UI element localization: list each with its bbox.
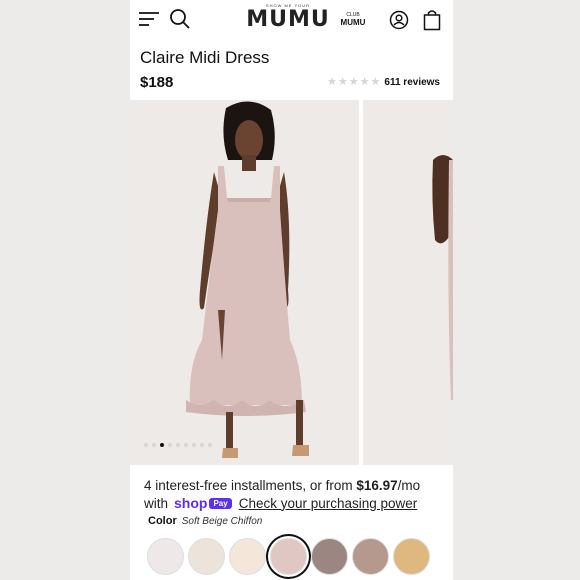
background-left <box>0 0 130 580</box>
with-label: with <box>144 495 169 511</box>
installments-suffix: /mo <box>397 478 421 493</box>
brand-name: MUMU <box>246 7 330 32</box>
color-swatch[interactable] <box>229 538 266 575</box>
account-icon[interactable] <box>387 9 411 31</box>
shop-pay-row: with shop Pay Check your purchasing powe… <box>144 495 417 511</box>
star-half-icon: ★ <box>370 76 381 88</box>
product-page: SHOW ME YOUR MUMU CLUB MUMU Claire Midi … <box>130 0 453 580</box>
star-icon: ★ <box>337 76 348 88</box>
gallery-dot[interactable] <box>192 443 196 447</box>
installments-amount: $16.97 <box>356 478 398 493</box>
installments-prefix: 4 interest-free installments, or from <box>144 478 357 493</box>
brand-logo[interactable]: SHOW ME YOUR MUMU <box>246 3 330 31</box>
color-value: Soft Beige Chiffon <box>181 516 263 527</box>
reviews-count[interactable]: 611 reviews <box>384 77 440 88</box>
gallery-dot[interactable] <box>160 443 164 447</box>
gallery-dot[interactable] <box>184 443 188 447</box>
color-swatches <box>147 538 430 575</box>
color-swatch[interactable] <box>393 538 430 575</box>
gallery-dot[interactable] <box>152 443 156 447</box>
shop-pay-logo: shop <box>174 495 208 511</box>
color-swatch[interactable] <box>147 538 184 575</box>
star-icon: ★ <box>327 76 337 88</box>
star-icon: ★ <box>359 76 370 88</box>
background-right <box>453 0 580 580</box>
installments-info: 4 interest-free installments, or from $1… <box>144 476 449 495</box>
rating-summary[interactable]: ★ ★ ★ ★ ★ 611 reviews <box>327 77 440 89</box>
pay-badge: Pay <box>209 497 232 509</box>
color-selector-header: Color Soft Beige Chiffon <box>148 515 262 527</box>
menu-icon[interactable] <box>137 8 161 30</box>
club-label-bottom: MUMU <box>340 18 366 27</box>
color-swatch[interactable] <box>311 538 348 575</box>
gallery-dot[interactable] <box>208 443 212 447</box>
shopping-bag-icon[interactable] <box>420 9 444 31</box>
site-header: SHOW ME YOUR MUMU CLUB MUMU <box>130 0 453 40</box>
star-rating: ★ ★ ★ ★ ★ <box>327 77 380 88</box>
search-icon[interactable] <box>168 8 192 30</box>
product-price: $188 <box>140 74 174 91</box>
product-title: Claire Midi Dress <box>140 48 270 67</box>
gallery-dot[interactable] <box>144 443 148 447</box>
star-icon: ★ <box>348 76 359 88</box>
gallery-pagination[interactable] <box>144 443 212 447</box>
club-mumu-link[interactable]: CLUB MUMU <box>338 11 368 27</box>
color-swatch[interactable] <box>188 538 225 575</box>
color-swatch[interactable] <box>270 538 307 575</box>
product-gallery[interactable] <box>130 100 453 465</box>
product-image-next[interactable] <box>363 100 453 465</box>
color-swatch[interactable] <box>352 538 389 575</box>
gallery-dot[interactable] <box>176 443 180 447</box>
color-label: Color <box>148 515 177 527</box>
gallery-dot[interactable] <box>200 443 204 447</box>
product-image-front[interactable] <box>130 100 359 465</box>
check-purchasing-power-link[interactable]: Check your purchasing power <box>239 496 418 511</box>
gallery-dot[interactable] <box>168 443 172 447</box>
